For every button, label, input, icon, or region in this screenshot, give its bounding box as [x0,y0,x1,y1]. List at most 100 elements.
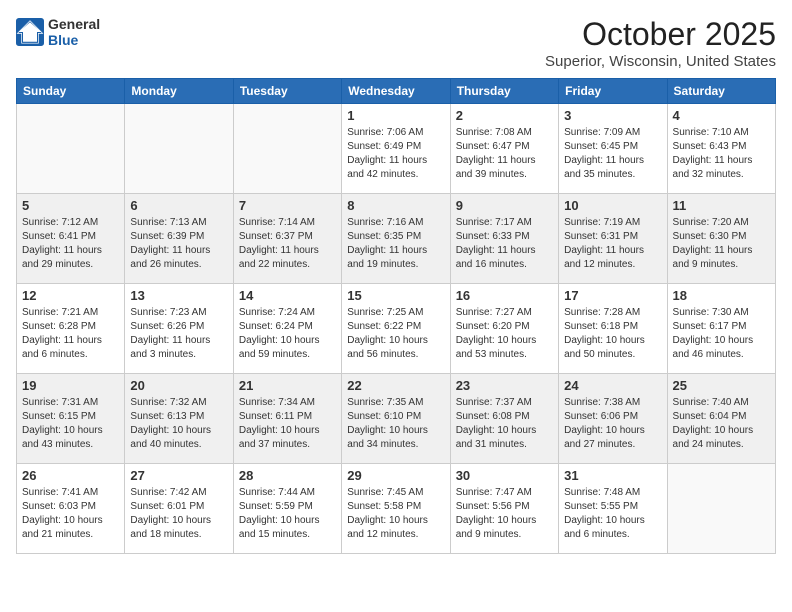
day-number: 29 [347,468,444,483]
calendar-cell: 31Sunrise: 7:48 AM Sunset: 5:55 PM Dayli… [559,464,667,554]
day-info: Sunrise: 7:16 AM Sunset: 6:35 PM Dayligh… [347,216,444,272]
day-number: 23 [456,378,553,393]
day-info: Sunrise: 7:40 AM Sunset: 6:04 PM Dayligh… [673,396,770,452]
logo: General Blue [16,16,100,48]
logo-blue-text: Blue [48,32,100,48]
day-number: 20 [130,378,227,393]
column-header-monday: Monday [125,79,233,104]
calendar-cell: 28 Sunrise: 7:44 AM Sunset: 5:59 PM Dayli… [233,464,341,554]
calendar-cell: 11 Sunrise: 7:20 AM Sunset: 6:30 PM Dayli… [667,194,775,284]
calendar-cell: 17 Sunrise: 7:28 AM Sunset: 6:18 PM Dayli… [559,284,667,374]
day-info: Sunrise: 7:23 AM Sunset: 6:26 PM Dayligh… [130,306,227,362]
calendar-cell: 18 Sunrise: 7:30 AM Sunset: 6:17 PM Dayli… [667,284,775,374]
day-info: Sunrise: 7:21 AM Sunset: 6:28 PM Dayligh… [22,306,119,362]
calendar-cell: 29 Sunrise: 7:45 AM Sunset: 5:58 PM Dayli… [342,464,450,554]
calendar-week-row: 12 Sunrise: 7:21 AM Sunset: 6:28 PM Dayli… [17,284,776,374]
calendar-week-row: 26Sunrise: 7:41 AM Sunset: 6:03 PM Dayli… [17,464,776,554]
column-header-saturday: Saturday [667,79,775,104]
day-number: 18 [673,288,770,303]
calendar-week-row: 1Sunrise: 7:06 AM Sunset: 6:49 PM Daylig… [17,104,776,194]
calendar-cell: 27Sunrise: 7:42 AM Sunset: 6:01 PM Dayli… [125,464,233,554]
day-number: 25 [673,378,770,393]
day-number: 31 [564,468,661,483]
day-info: Sunrise: 7:27 AM Sunset: 6:20 PM Dayligh… [456,306,553,362]
day-info: Sunrise: 7:42 AM Sunset: 6:01 PM Dayligh… [130,486,227,542]
calendar-cell: 13 Sunrise: 7:23 AM Sunset: 6:26 PM Dayli… [125,284,233,374]
location-title: Superior, Wisconsin, United States [545,53,776,70]
calendar-cell: 3 Sunrise: 7:09 AM Sunset: 6:45 PM Daylig… [559,104,667,194]
calendar-cell: 21 Sunrise: 7:34 AM Sunset: 6:11 PM Dayli… [233,374,341,464]
day-info: Sunrise: 7:10 AM Sunset: 6:43 PM Dayligh… [673,126,770,182]
day-info: Sunrise: 7:34 AM Sunset: 6:11 PM Dayligh… [239,396,336,452]
day-number: 21 [239,378,336,393]
day-number: 10 [564,198,661,213]
calendar-cell: 20 Sunrise: 7:32 AM Sunset: 6:13 PM Dayli… [125,374,233,464]
day-number: 15 [347,288,444,303]
day-info: Sunrise: 7:28 AM Sunset: 6:18 PM Dayligh… [564,306,661,362]
day-info: Sunrise: 7:44 AM Sunset: 5:59 PM Dayligh… [239,486,336,542]
day-info: Sunrise: 7:24 AM Sunset: 6:24 PM Dayligh… [239,306,336,362]
day-info: Sunrise: 7:35 AM Sunset: 6:10 PM Dayligh… [347,396,444,452]
calendar-cell: 16 Sunrise: 7:27 AM Sunset: 6:20 PM Dayli… [450,284,558,374]
calendar-cell: 24Sunrise: 7:38 AM Sunset: 6:06 PM Dayli… [559,374,667,464]
day-number: 7 [239,198,336,213]
calendar-cell: 8Sunrise: 7:16 AM Sunset: 6:35 PM Daylig… [342,194,450,284]
day-number: 19 [22,378,119,393]
day-info: Sunrise: 7:38 AM Sunset: 6:06 PM Dayligh… [564,396,661,452]
day-number: 6 [130,198,227,213]
calendar-cell [125,104,233,194]
calendar-cell: 14 Sunrise: 7:24 AM Sunset: 6:24 PM Dayli… [233,284,341,374]
logo-icon [16,18,44,46]
day-info: Sunrise: 7:45 AM Sunset: 5:58 PM Dayligh… [347,486,444,542]
day-number: 30 [456,468,553,483]
day-number: 9 [456,198,553,213]
calendar-cell: 6Sunrise: 7:13 AM Sunset: 6:39 PM Daylig… [125,194,233,284]
day-info: Sunrise: 7:09 AM Sunset: 6:45 PM Dayligh… [564,126,661,182]
calendar: SundayMondayTuesdayWednesdayThursdayFrid… [16,78,776,554]
column-header-tuesday: Tuesday [233,79,341,104]
day-info: Sunrise: 7:30 AM Sunset: 6:17 PM Dayligh… [673,306,770,362]
day-number: 3 [564,108,661,123]
day-number: 2 [456,108,553,123]
column-header-friday: Friday [559,79,667,104]
calendar-week-row: 19Sunrise: 7:31 AM Sunset: 6:15 PM Dayli… [17,374,776,464]
calendar-cell: 30Sunrise: 7:47 AM Sunset: 5:56 PM Dayli… [450,464,558,554]
day-info: Sunrise: 7:20 AM Sunset: 6:30 PM Dayligh… [673,216,770,272]
day-number: 28 [239,468,336,483]
calendar-cell: 12 Sunrise: 7:21 AM Sunset: 6:28 PM Dayli… [17,284,125,374]
day-info: Sunrise: 7:19 AM Sunset: 6:31 PM Dayligh… [564,216,661,272]
month-title: October 2025 [545,16,776,53]
column-header-sunday: Sunday [17,79,125,104]
calendar-cell: 15Sunrise: 7:25 AM Sunset: 6:22 PM Dayli… [342,284,450,374]
calendar-cell [667,464,775,554]
day-number: 14 [239,288,336,303]
calendar-cell: 26Sunrise: 7:41 AM Sunset: 6:03 PM Dayli… [17,464,125,554]
calendar-cell [233,104,341,194]
calendar-cell: 4Sunrise: 7:10 AM Sunset: 6:43 PM Daylig… [667,104,775,194]
day-number: 17 [564,288,661,303]
day-info: Sunrise: 7:17 AM Sunset: 6:33 PM Dayligh… [456,216,553,272]
calendar-cell [17,104,125,194]
column-header-thursday: Thursday [450,79,558,104]
calendar-cell: 25 Sunrise: 7:40 AM Sunset: 6:04 PM Dayli… [667,374,775,464]
day-info: Sunrise: 7:32 AM Sunset: 6:13 PM Dayligh… [130,396,227,452]
calendar-cell: 9 Sunrise: 7:17 AM Sunset: 6:33 PM Daylig… [450,194,558,284]
calendar-cell: 1Sunrise: 7:06 AM Sunset: 6:49 PM Daylig… [342,104,450,194]
day-number: 13 [130,288,227,303]
day-info: Sunrise: 7:12 AM Sunset: 6:41 PM Dayligh… [22,216,119,272]
day-info: Sunrise: 7:06 AM Sunset: 6:49 PM Dayligh… [347,126,444,182]
calendar-cell: 2 Sunrise: 7:08 AM Sunset: 6:47 PM Daylig… [450,104,558,194]
day-info: Sunrise: 7:08 AM Sunset: 6:47 PM Dayligh… [456,126,553,182]
calendar-header-row: SundayMondayTuesdayWednesdayThursdayFrid… [17,79,776,104]
day-info: Sunrise: 7:14 AM Sunset: 6:37 PM Dayligh… [239,216,336,272]
day-number: 16 [456,288,553,303]
header: General Blue October 2025 Superior, Wisc… [16,16,776,70]
calendar-cell: 10 Sunrise: 7:19 AM Sunset: 6:31 PM Dayli… [559,194,667,284]
logo-text: General Blue [48,16,100,48]
logo-general-text: General [48,16,100,32]
calendar-cell: 19Sunrise: 7:31 AM Sunset: 6:15 PM Dayli… [17,374,125,464]
title-area: October 2025 Superior, Wisconsin, United… [545,16,776,70]
day-number: 11 [673,198,770,213]
calendar-cell: 22Sunrise: 7:35 AM Sunset: 6:10 PM Dayli… [342,374,450,464]
day-number: 12 [22,288,119,303]
